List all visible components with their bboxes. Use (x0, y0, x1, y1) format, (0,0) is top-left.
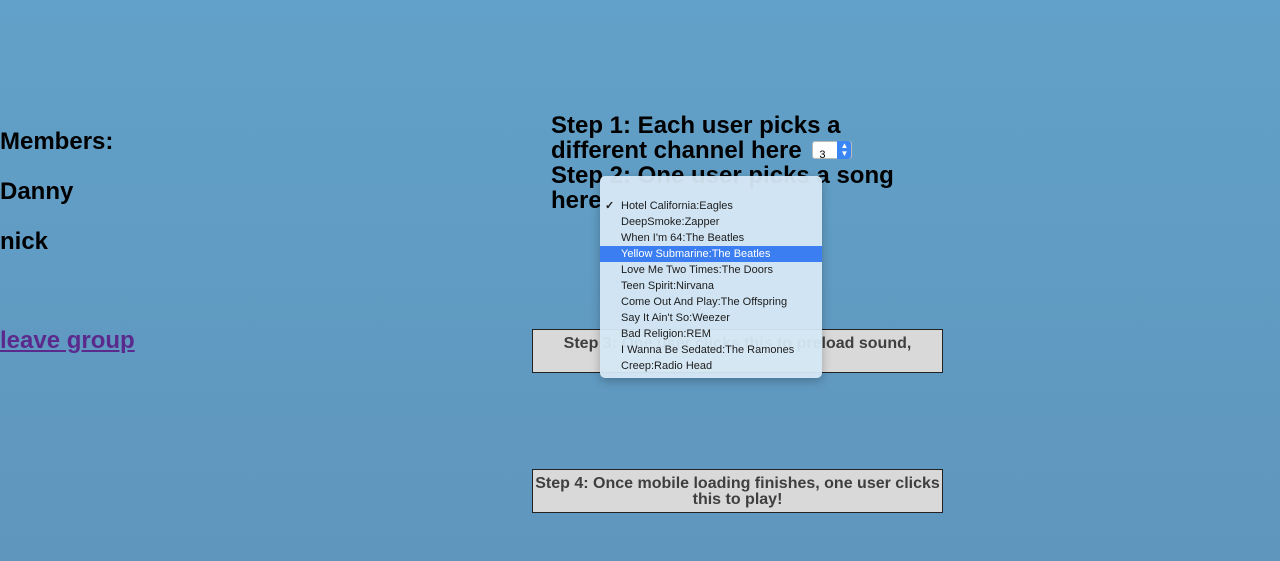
song-option-label: Come Out And Play:The Offspring (621, 296, 788, 308)
song-option-label: Yellow Submarine:The Beatles (621, 248, 771, 260)
song-option[interactable]: DeepSmoke:Zapper (600, 214, 822, 230)
channel-select[interactable]: 3 ▲ ▼ (812, 140, 853, 161)
song-option-label: I Wanna Be Sedated:The Ramones (621, 344, 795, 356)
leave-group-link[interactable]: leave group (0, 327, 135, 355)
song-option[interactable]: When I'm 64:The Beatles (600, 230, 822, 246)
song-option[interactable]: I Wanna Be Sedated:The Ramones (600, 342, 822, 358)
song-option-label: Teen Spirit:Nirvana (621, 280, 714, 292)
song-option-label: DeepSmoke:Zapper (621, 216, 720, 228)
song-option[interactable]: Say It Ain't So:Weezer (600, 310, 822, 326)
song-option[interactable]: Teen Spirit:Nirvana (600, 278, 822, 294)
song-option[interactable]: Creep:Radio Head (600, 358, 822, 374)
song-option[interactable]: Bad Religion:REM (600, 326, 822, 342)
song-option-label: Say It Ain't So:Weezer (621, 312, 730, 324)
song-option-label: Hotel California:Eagles (621, 200, 733, 212)
select-arrows-icon: ▲ ▼ (837, 140, 852, 159)
song-option-label: Love Me Two Times:The Doors (621, 264, 774, 276)
song-dropdown-menu[interactable]: ✓ Hotel California:Eagles DeepSmoke:Zapper… (600, 176, 822, 378)
step1-text: Step 1: Each user picks a different chan… (551, 112, 841, 164)
song-option[interactable]: ✓ Hotel California:Eagles (600, 198, 822, 214)
song-option[interactable]: Yellow Submarine:The Beatles (600, 246, 822, 262)
channel-select-value: 3 (819, 148, 826, 161)
member-name: nick (0, 228, 49, 255)
checkmark-icon: ✓ (605, 200, 615, 212)
song-option-label: Creep:Radio Head (621, 360, 713, 372)
song-option-label: When I'm 64:The Beatles (621, 232, 745, 244)
song-option-label: Bad Religion:REM (621, 328, 711, 340)
members-heading: Members: (0, 128, 114, 155)
song-option[interactable]: Come Out And Play:The Offspring (600, 294, 822, 310)
song-option[interactable]: Love Me Two Times:The Doors (600, 262, 822, 278)
member-name: Danny (0, 178, 74, 205)
play-button[interactable]: Step 4: Once mobile loading finishes, on… (532, 469, 943, 513)
